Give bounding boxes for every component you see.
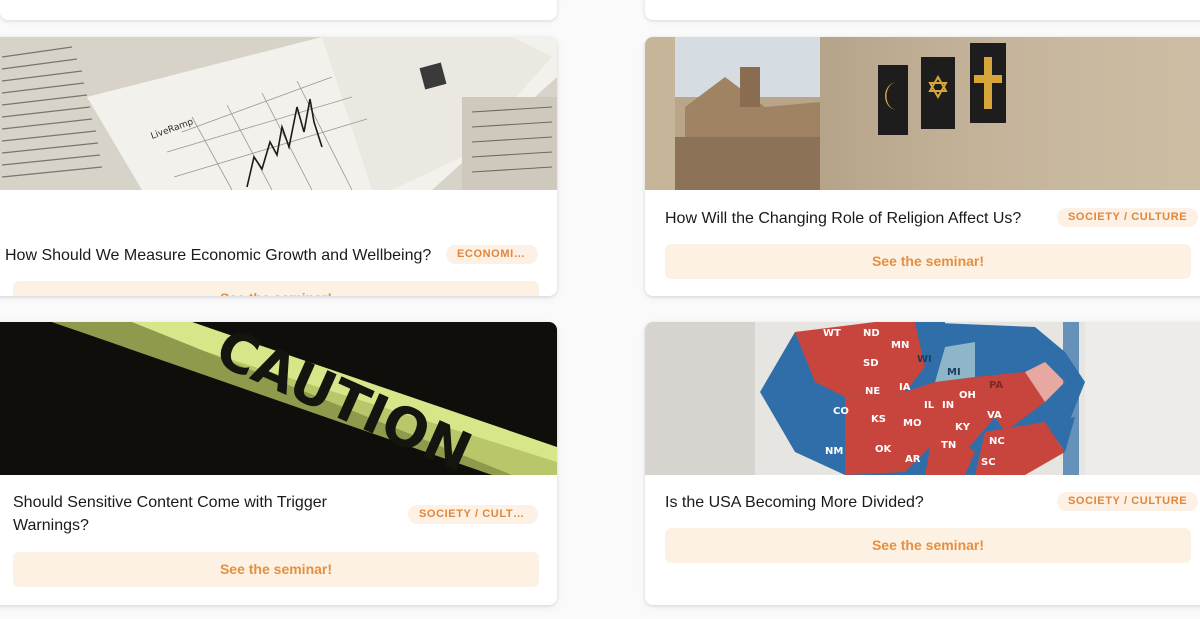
state-label: NM (825, 446, 843, 457)
state-label: TN (941, 440, 956, 451)
see-seminar-button[interactable]: See the seminar! (13, 281, 539, 296)
seminar-image-economics: LiveRamp (0, 37, 557, 190)
state-label: KS (871, 414, 886, 425)
state-label: NC (989, 436, 1005, 447)
seminar-title[interactable]: How Should We Measure Economic Growth an… (5, 244, 435, 267)
seminar-card-usa-divided[interactable]: WT ND MN SD WI MI NE IA CO KS MO IL IN O… (645, 322, 1200, 605)
state-label: SC (981, 457, 996, 468)
previous-card-bottom-left (0, 0, 557, 20)
previous-card-bottom-right (645, 0, 1200, 20)
seminar-title[interactable]: Is the USA Becoming More Divided? (665, 491, 1045, 514)
category-tag: SOCIETY / CULTU... (408, 505, 538, 524)
category-tag: SOCIETY / CULTURE (1057, 208, 1199, 227)
state-label: KY (955, 422, 971, 433)
category-tag: ECONOMICS (446, 245, 538, 264)
seminar-card-trigger-warnings[interactable]: CAUTION Should Sensitive Content Come wi… (0, 322, 557, 605)
state-label: MO (903, 418, 921, 429)
seminar-grid: LiveRamp How Should We Measure Economic … (0, 0, 1200, 619)
state-label: MI (947, 367, 961, 378)
state-label: OH (959, 390, 976, 401)
see-seminar-button[interactable]: See the seminar! (665, 244, 1191, 279)
state-label: IL (924, 400, 935, 411)
seminar-image-religion (645, 37, 1200, 190)
state-label: ND (863, 328, 880, 339)
seminar-title[interactable]: Should Sensitive Content Come with Trigg… (13, 491, 343, 537)
state-label: CO (833, 406, 849, 417)
state-label: AR (905, 454, 921, 465)
seminar-image-caution-tape: CAUTION (0, 322, 557, 475)
seminar-image-usa-map: WT ND MN SD WI MI NE IA CO KS MO IL IN O… (645, 322, 1200, 475)
state-label: PA (989, 380, 1003, 391)
seminar-title[interactable]: How Will the Changing Role of Religion A… (665, 207, 1065, 230)
state-label: IA (899, 382, 911, 393)
see-seminar-button[interactable]: See the seminar! (665, 528, 1191, 563)
state-label: MN (891, 340, 909, 351)
state-label: SD (863, 358, 879, 369)
state-label: VA (987, 410, 1002, 421)
category-tag: SOCIETY / CULTURE (1057, 492, 1199, 511)
seminar-card-religion[interactable]: How Will the Changing Role of Religion A… (645, 37, 1200, 296)
state-label: NE (865, 386, 880, 397)
state-label: WI (917, 354, 932, 365)
state-label: WT (823, 328, 841, 339)
seminar-card-economic-growth[interactable]: LiveRamp How Should We Measure Economic … (0, 37, 557, 296)
see-seminar-button[interactable]: See the seminar! (13, 552, 539, 587)
state-label: OK (875, 444, 893, 455)
state-label: IN (942, 400, 954, 411)
